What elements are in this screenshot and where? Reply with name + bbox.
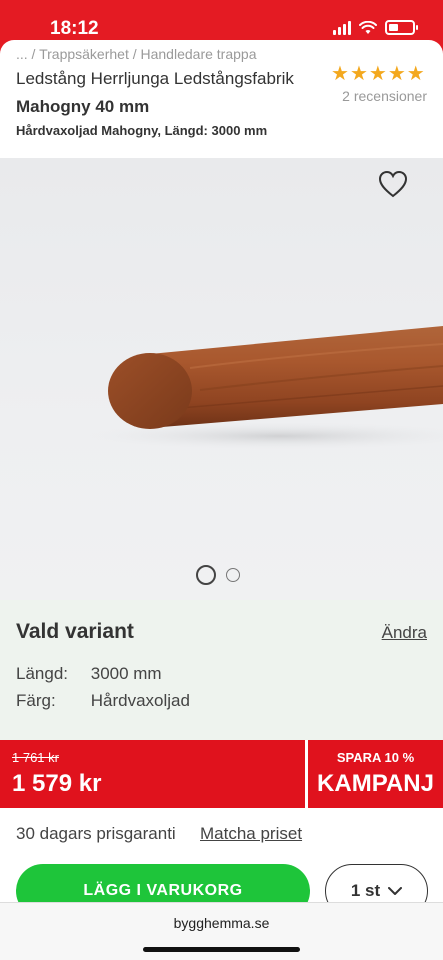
- rating-stars[interactable]: ★ ★ ★ ★ ★: [331, 64, 425, 84]
- pagination-dot-active[interactable]: [196, 565, 216, 585]
- star-icon: ★: [349, 63, 368, 85]
- product-subtitle: Mahogny 40 mm: [16, 97, 150, 116]
- wifi-icon: [359, 20, 377, 34]
- campaign-badge: KAMPANJ: [317, 770, 434, 797]
- save-badge: SPARA 10 %: [336, 750, 415, 765]
- current-price: 1 579 kr: [12, 770, 102, 797]
- variant-title: Vald variant: [16, 620, 134, 643]
- star-icon: ★: [368, 63, 387, 85]
- breadcrumb[interactable]: ... / Trappsäkerhet / Handledare trappa: [16, 46, 256, 62]
- pagination-dot[interactable]: [226, 568, 240, 582]
- variant-color-row: Färg: Hårdvaxoljad: [16, 691, 190, 711]
- price-bar: 1 761 kr 1 579 kr SPARA 10 % KAMPANJ: [0, 740, 443, 808]
- price-guarantee-text: 30 dagars prisgaranti: [16, 824, 176, 843]
- url-text[interactable]: bygghemma.se: [0, 915, 443, 931]
- chevron-down-icon: [388, 886, 403, 895]
- variant-length-row: Längd: 3000 mm: [16, 664, 162, 684]
- gallery-pagination[interactable]: [196, 565, 240, 585]
- home-indicator[interactable]: [143, 947, 300, 952]
- status-time: 18:12: [50, 18, 99, 39]
- star-icon: ★: [406, 63, 425, 85]
- selected-variant-panel: Vald variant Ändra Längd: 3000 mm Färg: …: [0, 600, 443, 740]
- match-price-link[interactable]: Matcha priset: [200, 824, 302, 844]
- quantity-value: 1 st: [350, 881, 381, 900]
- variant-length-label: Längd:: [16, 664, 68, 683]
- browser-address-bar: bygghemma.se: [0, 902, 443, 960]
- variant-length-value: 3000 mm: [90, 664, 162, 683]
- signal-icon: [333, 20, 351, 35]
- star-icon: ★: [387, 63, 406, 85]
- product-spec: Hårdvaxoljad Mahogny, Längd: 3000 mm: [16, 123, 268, 138]
- reviews-link[interactable]: 2 recensioner: [342, 88, 427, 104]
- variant-color-value: Hårdvaxoljad: [90, 691, 190, 710]
- product-image-gallery[interactable]: [0, 158, 443, 600]
- product-title: Ledstång Herrljunga Ledstångsfabrik: [16, 69, 294, 88]
- change-variant-link[interactable]: Ändra: [382, 623, 427, 643]
- status-icons: [333, 20, 418, 35]
- battery-icon: [385, 20, 418, 35]
- variant-color-label: Färg:: [16, 691, 56, 710]
- star-icon: ★: [331, 63, 349, 85]
- product-image: [80, 326, 443, 450]
- favorite-heart-icon[interactable]: [378, 170, 408, 198]
- product-header: ... / Trappsäkerhet / Handledare trappa …: [0, 40, 443, 158]
- old-price: 1 761 kr: [12, 750, 59, 765]
